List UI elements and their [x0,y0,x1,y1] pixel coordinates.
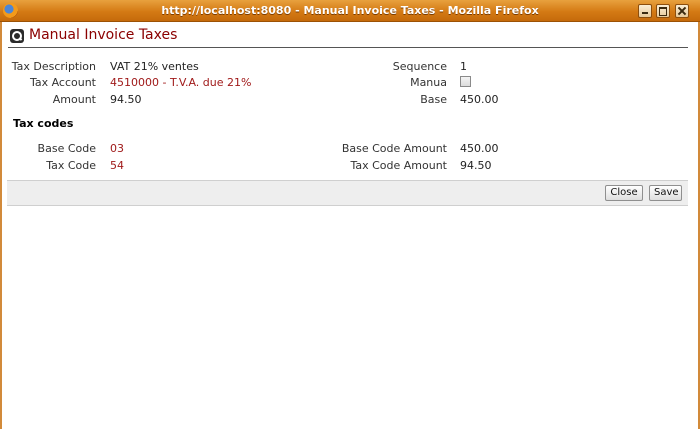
amount-label: Amount [52,93,96,106]
sequence-value: 1 [460,60,467,73]
base-code-amount-label: Base Code Amount [341,142,447,155]
manual-label: Manua [410,76,447,89]
amount-value: 94.50 [110,93,142,106]
window-titlebar[interactable]: http://localhost:8080 - Manual Invoice T… [0,0,700,22]
minimize-icon[interactable] [638,4,652,18]
close-window-icon[interactable] [675,4,689,18]
base-code-amount-value: 450.00 [460,142,499,155]
button-toolbar [7,180,688,206]
tax-code-amount-value: 94.50 [460,159,492,172]
base-code-label: Base Code [37,142,96,155]
window-title: http://localhost:8080 - Manual Invoice T… [161,4,539,17]
search-icon[interactable] [10,29,24,43]
tax-account-link[interactable]: 4510000 - T.V.A. due 21% [110,76,251,89]
base-code-link[interactable]: 03 [110,142,124,155]
tax-code-link[interactable]: 54 [110,159,124,172]
tax-description-value: VAT 21% ventes [110,60,199,73]
tax-description-label: Tax Description [11,60,96,73]
tax-account-label: Tax Account [29,76,96,89]
tax-code-amount-label: Tax Code Amount [350,159,447,172]
page-title: Manual Invoice Taxes [29,27,178,43]
maximize-icon[interactable] [656,4,670,18]
tax-codes-section-title: Tax codes [13,117,74,130]
tax-code-label: Tax Code [46,159,96,172]
manual-checkbox[interactable] [460,76,471,87]
sequence-label: Sequence [392,60,447,73]
header-divider [8,47,688,48]
base-value: 450.00 [460,93,499,106]
base-label: Base [420,93,447,106]
window-frame-left [0,22,2,429]
close-button[interactable]: Close [605,185,643,201]
save-button[interactable]: Save [649,185,682,201]
